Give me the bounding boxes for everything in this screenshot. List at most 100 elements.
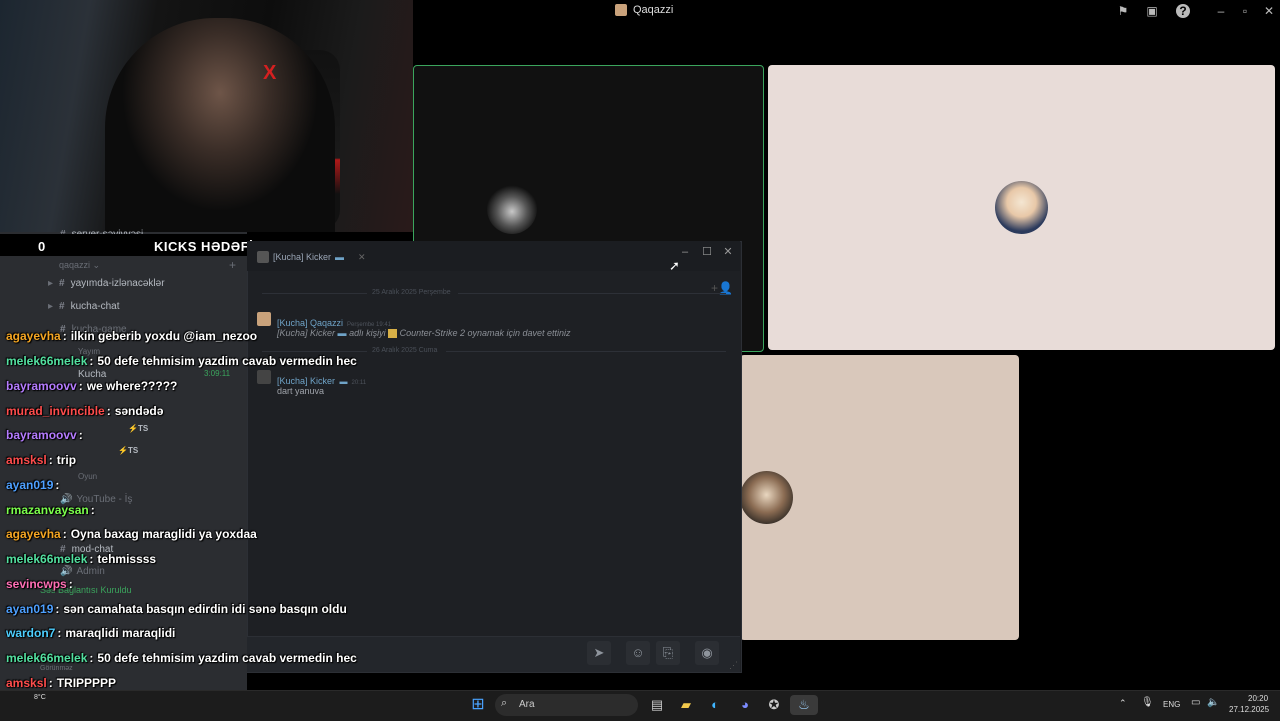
chat-message: rmazanvaysan: (6, 503, 99, 517)
chat-username[interactable]: ayan019 (6, 602, 53, 616)
inbox-icon[interactable]: ▣ (1145, 4, 1159, 18)
chat-username[interactable]: ayan019 (6, 478, 53, 492)
windows-taskbar (0, 690, 1280, 721)
ts-badge: ⚡TS (128, 424, 149, 433)
date-separator: 25 Aralık 2025 Perşembe (372, 289, 451, 296)
chat-separator: : (78, 428, 83, 442)
microphone-icon[interactable]: 🎙 (1141, 697, 1154, 708)
language-indicator[interactable]: ENG (1163, 700, 1180, 709)
chat-text: trip (56, 453, 77, 467)
cs2-game-icon (388, 329, 398, 339)
chat-username[interactable]: melek66melek (6, 651, 87, 665)
steam-icon[interactable]: ♨ (790, 695, 818, 715)
tab-close-icon[interactable]: ✕ (358, 252, 366, 263)
chat-username[interactable]: melek66melek (6, 354, 87, 368)
channel-name: yayımda-izlənacəklər (70, 278, 165, 289)
ts-badge-text: TS (137, 424, 149, 433)
chat-message: murad_invincible: səndədə (6, 404, 163, 418)
date-divider (458, 293, 726, 294)
flag-icon[interactable]: ⚑ (1116, 4, 1130, 18)
chat-text: 50 defe tehmisim yazdim cavab vermedin h… (97, 651, 357, 665)
chat-username[interactable]: bayramoovv (6, 379, 77, 393)
steam-minimize-icon[interactable]: – (677, 245, 693, 259)
invitee-name: [Kucha] Kicker (277, 328, 336, 338)
search-icon: ⌕ (501, 697, 508, 709)
chat-message: melek66melek:50 defe tehmisim yazdim cav… (6, 354, 357, 368)
date-separator: 26 Aralık 2025 Cuma (372, 347, 438, 354)
chat-text: TRIPPPPP (56, 676, 117, 690)
chat-message: agayevha: Oyna baxag maraglidi ya yoxdaa (6, 527, 257, 541)
chat-username[interactable]: rmazanvaysan (6, 503, 89, 517)
goal-start-value: 0 (38, 239, 46, 254)
start-icon[interactable]: ⊞ (468, 695, 488, 715)
discord-icon[interactable]: ◕ (735, 695, 755, 715)
chat-message: wardon7: maraqlidi maraqlidi (6, 626, 175, 640)
date-divider (262, 351, 367, 352)
app-icon[interactable]: ✪ (764, 695, 784, 715)
chat-username[interactable]: sevincwps (6, 577, 67, 591)
participant-avatar (740, 471, 793, 524)
minimize-icon[interactable]: – (1214, 4, 1228, 18)
chat-username[interactable]: wardon7 (6, 626, 55, 640)
server-label-text: qaqazzi (59, 260, 91, 270)
chat-separator: : (48, 453, 53, 467)
chat-username[interactable]: amsksl (6, 453, 47, 467)
voice-icon[interactable]: ◉ (695, 641, 719, 665)
server-label[interactable]: qaqazzi ⌄ (59, 260, 100, 271)
mouse-cursor-icon: ➚ (669, 258, 680, 273)
participant-avatar (995, 181, 1048, 234)
chat-message: amsksl: TRIPPPPP (6, 676, 116, 690)
chat-tab[interactable]: [Kucha] Kicker ▬ ✕ (257, 251, 366, 263)
channel-item[interactable]: ▸ # kucha-chat (48, 301, 120, 312)
clock-time[interactable]: 20:20 (1248, 694, 1268, 703)
close-icon[interactable]: ✕ (1262, 4, 1276, 18)
chat-message: agayevha: ilkin geberib yoxdu @iam_nezoo (6, 329, 257, 343)
send-icon[interactable]: ➤ (587, 641, 611, 665)
channel-name: kucha-chat (70, 301, 120, 312)
volume-icon[interactable]: 🔈 (1207, 697, 1219, 708)
window-title-text: Qaqazzi (633, 4, 674, 16)
chat-message: bayramoovv: (6, 428, 87, 442)
voice-channel[interactable]: 🔊 Admin (60, 566, 105, 577)
search-label: Ara (519, 699, 535, 710)
sender-avatar[interactable] (257, 370, 271, 384)
sender-name[interactable]: [Kucha] Kicker (277, 376, 335, 386)
chat-message: melek66melek:50 defe tehmisim yazdim cav… (6, 651, 357, 665)
invite-game-text: Counter-Strike 2 oynamak için davet etti… (399, 328, 571, 338)
sender-avatar[interactable] (257, 312, 271, 326)
chat-username[interactable]: agayevha (6, 527, 61, 541)
task-view-icon[interactable]: ▤ (647, 695, 667, 715)
chat-tab-label: [Kucha] Kicker (273, 252, 332, 262)
emoji-icon[interactable]: ☺ (626, 641, 650, 665)
date-divider (262, 293, 367, 294)
tray-expand-icon[interactable]: ⌃ (1119, 698, 1127, 709)
chat-message: bayramoovv: we where????? (6, 379, 177, 393)
maximize-icon[interactable]: ▫ (1238, 4, 1252, 18)
chat-username[interactable]: bayramoovv (6, 428, 77, 442)
clock-date[interactable]: 27.12.2025 (1229, 705, 1269, 714)
weather-widget[interactable]: 8°C (34, 694, 46, 701)
edge-icon[interactable]: ◐ (705, 695, 725, 715)
invite-text: adlı kişiyi (349, 328, 386, 338)
streamer (105, 18, 335, 232)
help-icon[interactable]: ? (1176, 4, 1190, 18)
resize-handle[interactable]: ⋰ (729, 660, 738, 671)
user-status: Görünməz (40, 665, 73, 672)
sender-name[interactable]: [Kucha] Qaqazzi (277, 318, 343, 328)
steam-close-icon[interactable]: ✕ (720, 245, 736, 259)
chat-text: ilkin geberib yoxdu @iam_nezoo (70, 329, 258, 343)
add-channel-icon[interactable]: + (229, 258, 236, 272)
channel-item[interactable]: ▸ # yayımda-izlənacəklər (48, 278, 165, 289)
attach-icon[interactable]: ⎘ (656, 641, 680, 665)
ts-badge-text: TS (127, 446, 139, 455)
chat-username[interactable]: amsksl (6, 676, 47, 690)
chat-separator: : (106, 404, 111, 418)
network-icon[interactable]: ▭ (1191, 697, 1200, 708)
chat-text: səndədə (114, 404, 164, 418)
taskbar-search[interactable] (495, 694, 638, 716)
file-explorer-icon[interactable]: ▰ (676, 695, 696, 715)
chat-username[interactable]: melek66melek (6, 552, 87, 566)
chat-username[interactable]: murad_invincible (6, 404, 105, 418)
chat-username[interactable]: agayevha (6, 329, 61, 343)
steam-maximize-icon[interactable]: ☐ (699, 245, 715, 259)
